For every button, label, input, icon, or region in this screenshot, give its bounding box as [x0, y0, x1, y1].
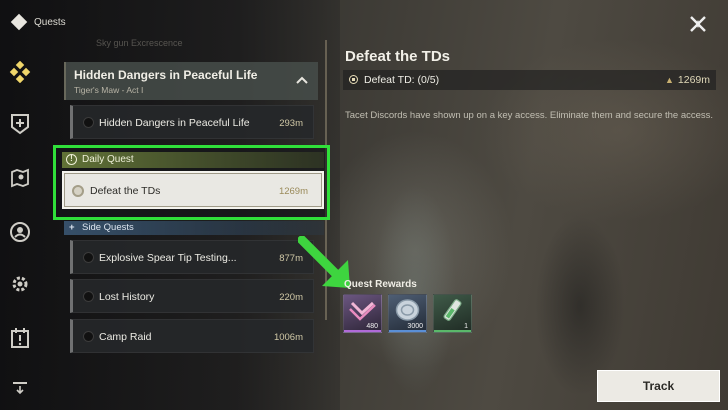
quest-group-header[interactable]: Hidden Dangers in Peaceful Life Tiger's … — [64, 62, 318, 100]
quest-diamond-icon — [10, 13, 28, 31]
calendar-alert-icon — [11, 328, 29, 348]
shield-plus-icon — [11, 114, 29, 135]
reward-item-2[interactable]: 1 — [433, 294, 472, 333]
app-header: Quests — [10, 13, 66, 31]
quest-objective: Defeat TD: (0/5) 1269m — [343, 70, 716, 90]
sidebar-item-missions[interactable] — [8, 112, 32, 136]
quest-item-distance: 1269m — [278, 186, 308, 197]
background-character — [360, 110, 470, 410]
reward-rarity-bar — [389, 330, 426, 332]
quest-item-side-2[interactable]: Camp Raid 1006m — [70, 319, 314, 353]
quest-item-name: Hidden Dangers in Peaceful Life — [99, 117, 250, 129]
gear-icon — [12, 276, 28, 292]
objective-marker-icon — [349, 75, 358, 84]
sidebar-item-download[interactable] — [8, 376, 32, 400]
quest-group-title: Hidden Dangers in Peaceful Life — [74, 68, 258, 82]
daily-quest-header: ! Daily Quest — [62, 152, 324, 168]
sidebar-item-events[interactable] — [8, 326, 32, 350]
reward-item-0[interactable]: 480 — [343, 294, 382, 333]
potion-vial-icon — [443, 299, 462, 321]
objective-text: Defeat TD: (0/5) — [364, 74, 440, 86]
quest-item-name: Camp Raid — [99, 331, 152, 343]
download-icon — [13, 382, 27, 395]
info-icon: ! — [66, 154, 77, 165]
quest-item-distance: 1006m — [273, 332, 303, 343]
track-button[interactable]: Track — [597, 370, 720, 402]
close-x-icon — [690, 16, 706, 32]
sidebar-item-quests[interactable] — [8, 60, 32, 84]
quest-detail-title: Defeat the TDs — [345, 48, 451, 65]
chevron-up-icon — [296, 76, 308, 84]
quest-item-name: Defeat the TDs — [90, 185, 161, 197]
sidebar-item-map[interactable] — [8, 166, 32, 190]
quest-item-name: Lost History — [99, 291, 155, 303]
quest-status-ring — [72, 185, 84, 197]
quest-status-dot — [83, 252, 94, 263]
reward-rarity-bar — [434, 330, 471, 332]
daily-quest-label: Daily Quest — [82, 154, 134, 165]
companion-icon — [10, 222, 30, 242]
reward-count: 1 — [464, 323, 468, 330]
side-quests-label: Side Quests — [82, 222, 134, 233]
quest-description: Tacet Discords have shown up on a key ac… — [345, 110, 714, 121]
quest-item-name: Explosive Spear Tip Testing... — [99, 252, 237, 264]
quest-status-dot — [83, 117, 94, 128]
close-button[interactable] — [686, 12, 710, 36]
sidebar-item-companion[interactable] — [8, 220, 32, 244]
quest-diamond-icon — [9, 61, 31, 83]
reward-item-1[interactable]: 3000 — [388, 294, 427, 333]
reward-count: 480 — [366, 323, 378, 330]
page-title: Quests — [34, 16, 66, 28]
side-quests-header: + Side Quests — [64, 221, 324, 235]
sidebar-item-settings[interactable] — [8, 272, 32, 296]
map-pin-icon — [11, 168, 29, 188]
quest-status-dot — [83, 291, 94, 302]
union-exp-icon — [349, 301, 376, 321]
quest-status-dot — [83, 331, 94, 342]
quest-item-distance: 293m — [279, 118, 303, 129]
reward-count: 3000 — [407, 323, 423, 330]
quest-item-side-1[interactable]: Lost History 220m — [70, 279, 314, 313]
reward-rarity-bar — [344, 330, 381, 332]
quest-item-hidden-dangers[interactable]: Hidden Dangers in Peaceful Life 293m — [70, 105, 314, 139]
plus-icon: + — [69, 222, 75, 233]
quest-item-daily-selected[interactable]: Defeat the TDs 1269m — [62, 171, 324, 209]
list-item-faded[interactable]: Sky gun Excrescence — [70, 38, 318, 48]
quest-item-side-0[interactable]: Explosive Spear Tip Testing... 877m — [70, 240, 314, 274]
rewards-heading: Quest Rewards — [344, 279, 417, 290]
shell-credit-icon — [395, 299, 420, 321]
quest-group-subtitle: Tiger's Maw - Act I — [74, 85, 144, 95]
objective-distance: 1269m — [665, 74, 710, 86]
